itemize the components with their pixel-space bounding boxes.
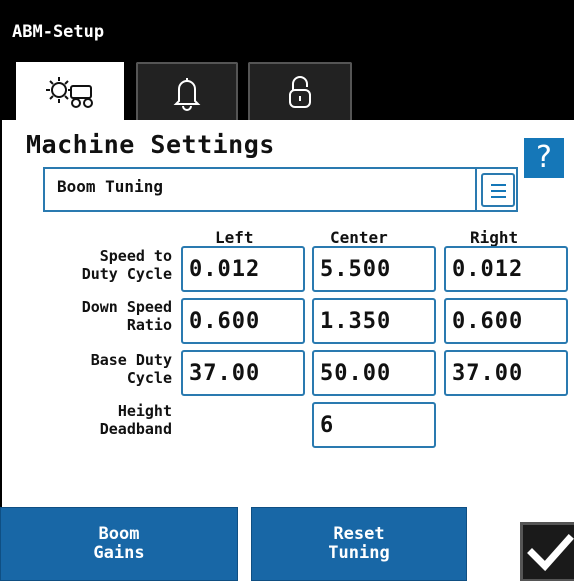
tab-machine-settings[interactable] [14,60,126,122]
menu-icon[interactable] [481,173,515,207]
tab-security[interactable] [248,62,352,120]
column-header-center: Center [330,228,388,247]
row-label-base-duty-cycle: Base Duty Cycle [90,351,172,387]
settings-dropdown[interactable]: Boom Tuning [43,167,518,212]
column-header-right: Right [470,228,519,247]
column-header-left: Left [215,228,254,247]
row-label-down-speed-ratio: Down Speed Ratio [81,298,172,334]
confirm-button[interactable] [520,522,574,581]
reset-tuning-button[interactable]: Reset Tuning [251,507,467,581]
base-duty-cycle-right-field[interactable]: 37.00 [444,350,568,396]
down-speed-ratio-left-field[interactable]: 0.600 [181,298,305,344]
dropdown-divider [475,169,477,210]
row-label-height-deadband: Height Deadband [99,402,172,438]
row-label-speed-to-duty-cycle: Speed to Duty Cycle [81,247,172,283]
speed-to-duty-cycle-center-field[interactable]: 5.500 [312,246,436,292]
speed-to-duty-cycle-right-field[interactable]: 0.012 [444,246,568,292]
boom-gains-button[interactable]: Boom Gains [0,507,238,581]
speed-to-duty-cycle-left-field[interactable]: 0.012 [181,246,305,292]
gear-machine-icon [46,77,93,108]
title-bar: ABM-Setup [0,0,574,56]
base-duty-cycle-left-field[interactable]: 37.00 [181,350,305,396]
tab-alarms[interactable] [136,62,238,120]
bell-icon [173,78,201,111]
down-speed-ratio-right-field[interactable]: 0.600 [444,298,568,344]
down-speed-ratio-center-field[interactable]: 1.350 [312,298,436,344]
page-title: Machine Settings [26,130,275,159]
lock-icon [289,76,311,108]
checkmark-icon [527,534,574,572]
base-duty-cycle-center-field[interactable]: 50.00 [312,350,436,396]
window-title: ABM-Setup [12,22,105,42]
dropdown-value: Boom Tuning [57,177,163,196]
height-deadband-field[interactable]: 6 [312,402,436,448]
help-button[interactable]: ? [524,138,564,178]
